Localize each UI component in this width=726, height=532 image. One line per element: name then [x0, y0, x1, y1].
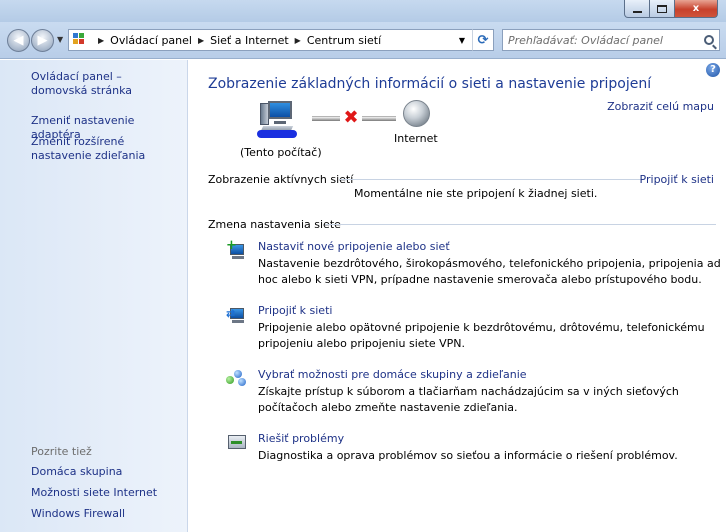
control-panel-icon	[73, 33, 89, 47]
sidebar: Ovládací panel – domovská stránka Zmeniť…	[0, 60, 188, 532]
active-networks-heading: Zobrazenie aktívnych sietí	[208, 173, 354, 186]
breadcrumb-network-internet[interactable]: ▶ Sieť a Internet	[195, 34, 292, 47]
maximize-button[interactable]	[650, 0, 675, 18]
homegroup-icon	[226, 368, 248, 388]
disconnected-x-icon[interactable]: ✖	[341, 108, 361, 128]
breadcrumb-separator-icon: ▶	[197, 35, 205, 45]
breadcrumb-control-panel[interactable]: ▶ Ovládací panel	[95, 34, 195, 47]
computer-label: (Tento počítač)	[240, 146, 322, 159]
task-description: Pripojenie alebo opätovné pripojenie k b…	[258, 321, 705, 350]
sidebar-link-internet-options[interactable]: Možnosti siete Internet	[31, 486, 181, 500]
search-input[interactable]: Prehľadávať: Ovládací panel	[502, 29, 720, 51]
navigation-bar: ◀ ▶ ▼ ▶ Ovládací panel ▶ Sieť a Internet ▶…	[0, 22, 726, 59]
network-map: (Tento počítač) ✖ Internet	[229, 96, 469, 166]
page-title: Zobrazenie základných informácií o sieti…	[208, 76, 652, 92]
minimize-button[interactable]	[624, 0, 650, 18]
address-dropdown-icon[interactable]: ▼	[453, 36, 471, 45]
see-also-heading: Pozrite tiež	[31, 445, 92, 458]
breadcrumb-separator-icon: ▶	[98, 35, 105, 45]
sidebar-link-homegroup[interactable]: Domáca skupina	[31, 465, 181, 479]
refresh-button[interactable]: ⟳	[472, 29, 494, 51]
forward-arrow-icon: ▶	[37, 33, 48, 48]
forward-button[interactable]: ▶	[31, 29, 54, 52]
task-description: Diagnostika a oprava problémov so sieťou…	[258, 449, 678, 462]
troubleshoot-icon	[226, 432, 248, 452]
help-icon[interactable]: ?	[706, 63, 720, 77]
recent-pages-dropdown[interactable]: ▼	[57, 35, 63, 44]
troubleshoot-link[interactable]: Riešiť problémy	[258, 432, 344, 445]
sidebar-link-advanced-sharing[interactable]: Zmeniť rozšírené nastavenie zdieľania	[31, 135, 176, 163]
view-full-map-link[interactable]: Zobraziť celú mapu	[607, 100, 714, 113]
connect-to-network-link[interactable]: Pripojiť k sieti	[640, 173, 714, 186]
search-icon[interactable]	[704, 35, 714, 45]
section-divider	[339, 179, 644, 180]
internet-label: Internet	[394, 132, 438, 145]
task-description: Získajte prístup k súborom a tlačiarňam …	[258, 385, 679, 414]
window-controls: x	[624, 0, 718, 18]
new-connection-link[interactable]: Nastaviť nové pripojenie alebo sieť	[258, 240, 450, 253]
connect-network-link[interactable]: Pripojiť k sieti	[258, 304, 332, 317]
breadcrumb-label: Sieť a Internet	[210, 33, 289, 47]
search-placeholder: Prehľadávať: Ovládací panel	[508, 33, 663, 47]
close-icon: x	[692, 3, 700, 14]
sidebar-link-windows-firewall[interactable]: Windows Firewall	[31, 507, 181, 521]
minimize-icon	[632, 10, 642, 13]
network-setup-icon: +	[226, 238, 248, 260]
address-bar[interactable]: ▶ Ovládací panel ▶ Sieť a Internet ▶ Centru…	[68, 29, 494, 51]
breadcrumb-label: Ovládací panel	[110, 33, 192, 47]
connect-network-icon: ⇄	[226, 304, 248, 324]
internet-globe-icon[interactable]	[403, 100, 430, 127]
back-arrow-icon: ◀	[13, 33, 24, 48]
connection-status-text: Momentálne nie ste pripojení k žiadnej s…	[354, 187, 598, 200]
breadcrumb-separator-icon: ▶	[294, 35, 301, 45]
maximize-icon	[657, 4, 667, 13]
task-description: Nastavenie bezdrôtového, širokopásmového…	[258, 257, 721, 286]
section-divider	[325, 224, 716, 225]
close-button[interactable]: x	[675, 0, 718, 18]
connection-line	[362, 116, 396, 121]
connection-line	[312, 116, 340, 121]
homegroup-sharing-link[interactable]: Vybrať možnosti pre domáce skupiny a zdi…	[258, 368, 527, 381]
computer-name-redacted	[257, 130, 297, 138]
change-settings-heading: Zmena nastavenia siete	[208, 218, 341, 231]
back-button[interactable]: ◀	[7, 29, 30, 52]
computer-icon[interactable]	[256, 100, 294, 134]
refresh-icon: ⟳	[477, 32, 489, 48]
sidebar-link-control-panel-home[interactable]: Ovládací panel – domovská stránka	[31, 70, 181, 98]
breadcrumb-network-center[interactable]: ▶ Centrum sietí	[292, 34, 385, 47]
breadcrumb-label: Centrum sietí	[306, 33, 382, 47]
main-content: ? Zobrazenie základných informácií o sie…	[189, 60, 726, 532]
window-titlebar: x	[0, 0, 726, 22]
